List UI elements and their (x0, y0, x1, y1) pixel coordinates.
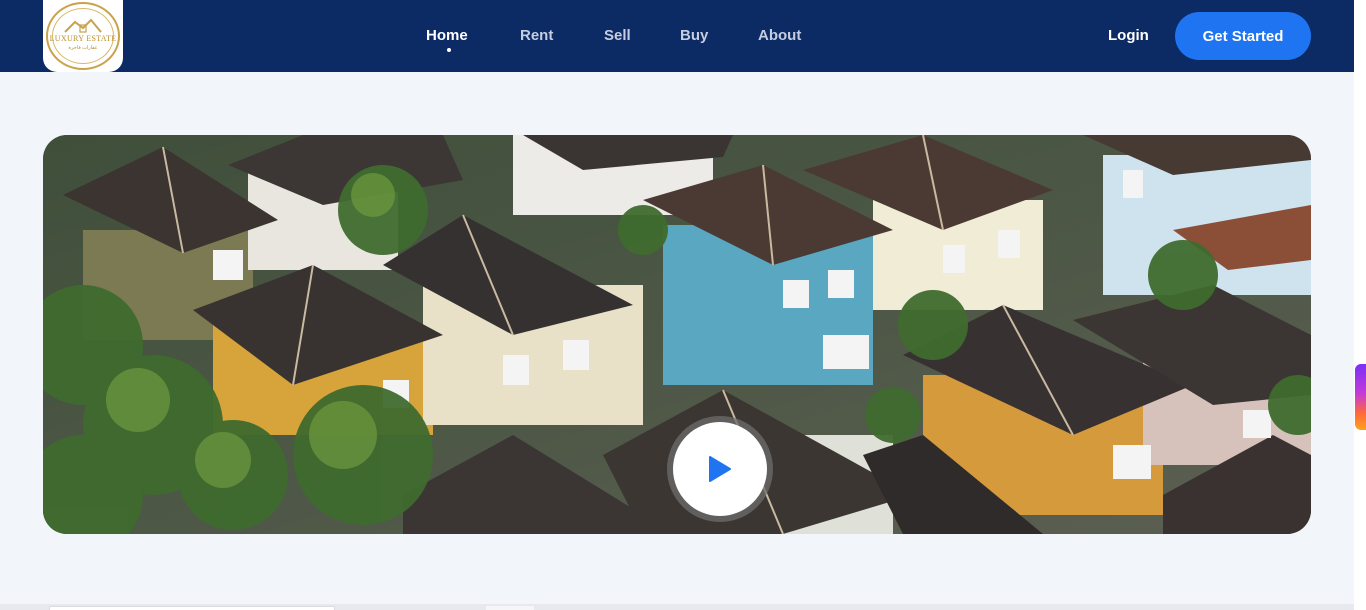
nav-item-buy[interactable]: Buy (680, 27, 708, 44)
play-icon (709, 456, 731, 482)
nav-item-about[interactable]: About (758, 27, 801, 44)
hero-video[interactable] (43, 135, 1311, 534)
login-link[interactable]: Login (1108, 27, 1149, 44)
get-started-button[interactable]: Get Started (1175, 12, 1311, 60)
scrollbar-track[interactable] (1354, 0, 1366, 610)
active-indicator (447, 48, 451, 52)
brand-logo[interactable]: LUXURY ESTATE عقارات فاخرة (43, 0, 123, 72)
scrollbar-thumb[interactable] (1355, 364, 1366, 430)
logo-badge: LUXURY ESTATE عقارات فاخرة (46, 2, 120, 70)
next-section-card (486, 606, 534, 610)
next-section-card (49, 606, 335, 610)
top-navbar: LUXURY ESTATE عقارات فاخرة Home Rent Sel… (0, 0, 1354, 72)
nav-item-rent[interactable]: Rent (520, 27, 553, 44)
play-button[interactable] (667, 416, 773, 522)
nav-item-sell[interactable]: Sell (604, 27, 631, 44)
nav-item-home[interactable]: Home (426, 27, 468, 44)
